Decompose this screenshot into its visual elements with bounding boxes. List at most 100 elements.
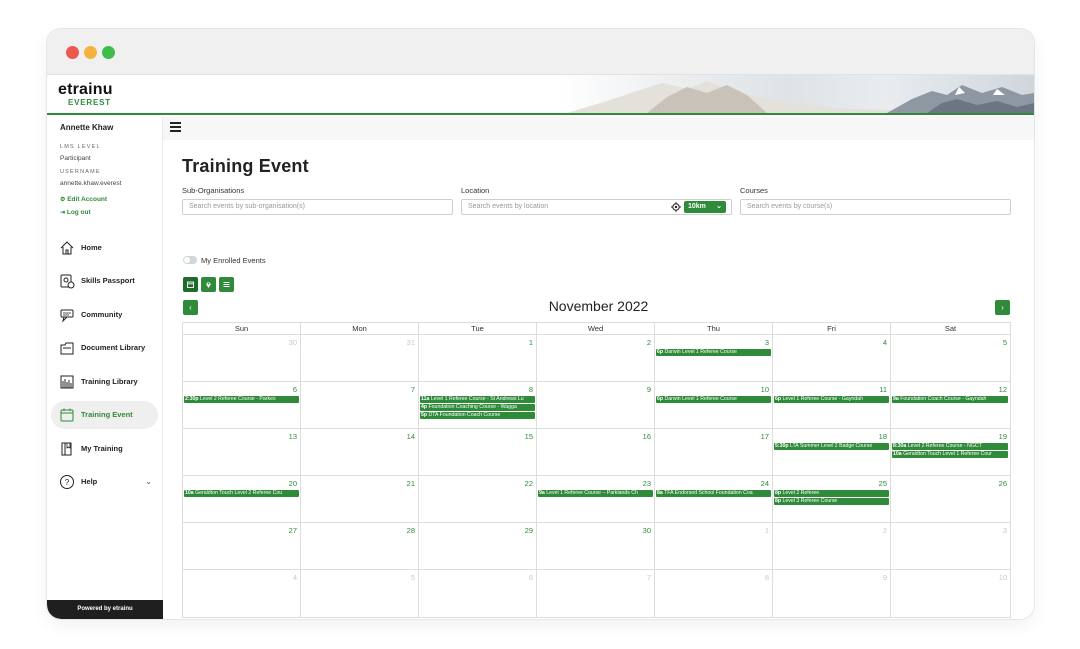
calendar-event[interactable]: 6p Darwin Level 1 Referee Course [656, 396, 771, 403]
calendar-event[interactable]: 8p Level 2 Referee [774, 490, 889, 497]
user-name: Annette Khaw [60, 123, 114, 132]
calendar-day-cell[interactable]: 3 6p Darwin Level 1 Referee Course [655, 335, 773, 382]
next-month-button[interactable]: › [995, 300, 1010, 315]
calendar-day-cell[interactable]: 14 [301, 429, 419, 476]
top-bar [163, 117, 1034, 140]
map-view-button[interactable] [201, 277, 216, 292]
calendar-day-cell[interactable]: 19 8:30a Level 2 Referee Course - NGCT 10a… [891, 429, 1010, 476]
calendar-event[interactable]: 2:30p Level 2 Referee Course - Parkes [184, 396, 299, 403]
sub-org-search-input[interactable]: Search events by sub-organisation(s) [182, 199, 453, 215]
calendar-day-cell[interactable]: 28 [301, 523, 419, 570]
close-window-button[interactable] [66, 46, 79, 59]
nav-item-training-event[interactable]: Training Event [51, 401, 158, 429]
calendar-day-cell[interactable]: 17 [655, 429, 773, 476]
locate-me-icon[interactable] [671, 202, 681, 212]
calendar-event[interactable]: 11a Level 1 Referee Course - St Andrews … [420, 396, 535, 403]
calendar-day-cell[interactable]: 22 [419, 476, 537, 523]
nav-item-skills-passport[interactable]: Skills Passport [51, 267, 158, 295]
calendar-day-cell[interactable]: 10 [891, 570, 1010, 617]
calendar-day-cell[interactable]: 15 [419, 429, 537, 476]
etrainu-logo[interactable]: etrainu EVEREST [58, 81, 113, 108]
calendar-event[interactable]: 9a Level 1 Referee Course – Parklands Ch [538, 490, 653, 497]
calendar-day-cell[interactable]: 2 [537, 335, 655, 382]
calendar-day-cell[interactable]: 7 [537, 570, 655, 617]
calendar-day-cell[interactable]: 16 [537, 429, 655, 476]
radius-select[interactable]: 10km ⌄ [684, 201, 726, 213]
calendar-day-cell[interactable]: 7 [301, 382, 419, 429]
logout-icon: ⇥ [60, 210, 66, 216]
nav-label-my-training: My Training [81, 444, 123, 453]
calendar-day-cell[interactable]: 18 5:30p LTA Summer Level 2 Badge Course [773, 429, 891, 476]
my-enrolled-events-label: My Enrolled Events [201, 256, 266, 265]
my-enrolled-events-toggle[interactable] [183, 256, 197, 264]
calendar-view-button[interactable] [183, 277, 198, 292]
day-number: 26 [998, 479, 1007, 488]
edit-account-link[interactable]: ⚙ Edit Account [60, 196, 107, 203]
calendar-day-cell[interactable]: 4 [773, 335, 891, 382]
list-view-button[interactable] [219, 277, 234, 292]
nav-item-community[interactable]: Community [51, 301, 158, 329]
calendar-event[interactable]: 9a Foundation Coach Course - Gayndah [892, 396, 1008, 403]
calendar-day-cell[interactable]: 25 8p Level 2 Referee 8p Level 3 Referee C… [773, 476, 891, 523]
calendar-day-cell[interactable]: 6 2:30p Level 2 Referee Course - Parkes [183, 382, 301, 429]
calendar-day-cell[interactable]: 24 8a TFA Endorsed School Foundation Coa [655, 476, 773, 523]
day-number: 18 [878, 432, 887, 441]
calendar-day-cell[interactable]: 9 [773, 570, 891, 617]
calendar-day-cell[interactable]: 10 6p Darwin Level 1 Referee Course [655, 382, 773, 429]
calendar-day-cell[interactable]: 1 [419, 335, 537, 382]
minimize-window-button[interactable] [84, 46, 97, 59]
calendar-day-cell[interactable]: 11 6p Level 1 Referee Course - Gayndah [773, 382, 891, 429]
calendar-day-cell[interactable]: 6 [419, 570, 537, 617]
calendar-day-cell[interactable]: 13 [183, 429, 301, 476]
nav-item-help[interactable]: ? Help ⌄ [51, 468, 158, 496]
calendar-day-cell[interactable]: 26 [891, 476, 1010, 523]
event-title: Level 3 Referee Course [781, 498, 838, 504]
chevron-down-icon: ⌄ [716, 203, 722, 210]
lms-level-label: LMS LEVEL [60, 144, 101, 150]
calendar-day-cell[interactable]: 12 9a Foundation Coach Course - Gayndah [891, 382, 1010, 429]
calendar-event[interactable]: 4p Foundation Coaching Course - Wagga [420, 404, 535, 411]
calendar-day-cell[interactable]: 23 9a Level 1 Referee Course – Parklands … [537, 476, 655, 523]
nav-item-my-training[interactable]: My Training [51, 435, 158, 463]
calendar-event[interactable]: 5:30p LTA Summer Level 2 Badge Course [774, 443, 889, 450]
calendar-day-cell[interactable]: 1 [655, 523, 773, 570]
calendar-day-cell[interactable]: 30 [537, 523, 655, 570]
calendar-event[interactable]: 8:30a Level 2 Referee Course - NGCT [892, 443, 1008, 450]
day-number: 31 [406, 338, 415, 347]
calendar-day-cell[interactable]: 8 11a Level 1 Referee Course - St Andrews… [419, 382, 537, 429]
calendar-day-cell[interactable]: 21 [301, 476, 419, 523]
hamburger-menu-icon[interactable] [170, 122, 181, 132]
calendar-event[interactable]: 5p DTA Foundation Coach Course [420, 412, 535, 419]
calendar-day-cell[interactable]: 3 [891, 523, 1010, 570]
calendar-event[interactable]: 8a TFA Endorsed School Foundation Coa [656, 490, 771, 497]
calendar-event[interactable]: 10a Geraldton Touch Level 1 Referee Cour [892, 451, 1008, 458]
calendar-day-cell[interactable]: 31 [301, 335, 419, 382]
calendar-event[interactable]: 10a Geraldton Touch Level 2 Referee Cou [184, 490, 299, 497]
settings-icon: ⚙ [60, 197, 66, 203]
calendar-day-cell[interactable]: 30 [183, 335, 301, 382]
calendar-day-cell[interactable]: 20 10a Geraldton Touch Level 2 Referee Co… [183, 476, 301, 523]
nav-item-training-library[interactable]: Training Library [51, 368, 158, 396]
library-icon [60, 375, 74, 389]
calendar-event[interactable]: 8p Level 3 Referee Course [774, 498, 889, 505]
calendar-event[interactable]: 6p Level 1 Referee Course - Gayndah [774, 396, 889, 403]
calendar-day-cell[interactable]: 29 [419, 523, 537, 570]
help-icon: ? [60, 475, 74, 489]
calendar-day-cell[interactable]: 27 [183, 523, 301, 570]
chevron-down-icon[interactable]: ⌄ [145, 477, 152, 486]
courses-search-input[interactable]: Search events by course(s) [740, 199, 1011, 215]
nav-item-home[interactable]: Home [51, 234, 158, 262]
calendar-day-cell[interactable]: 9 [537, 382, 655, 429]
calendar-day-cell[interactable]: 5 [891, 335, 1010, 382]
calendar-day-cell[interactable]: 4 [183, 570, 301, 617]
calendar-event[interactable]: 6p Darwin Level 1 Referee Course [656, 349, 771, 356]
calendar-day-cell[interactable]: 2 [773, 523, 891, 570]
calendar-day-cell[interactable]: 8 [655, 570, 773, 617]
calendar-day-cell[interactable]: 5 [301, 570, 419, 617]
logout-link[interactable]: ⇥ Log out [60, 209, 91, 216]
nav-item-document-library[interactable]: Document Library [51, 334, 158, 362]
day-number: 19 [998, 432, 1007, 441]
radius-value: 10km [688, 203, 706, 210]
maximize-window-button[interactable] [102, 46, 115, 59]
day-number: 1 [528, 338, 533, 347]
